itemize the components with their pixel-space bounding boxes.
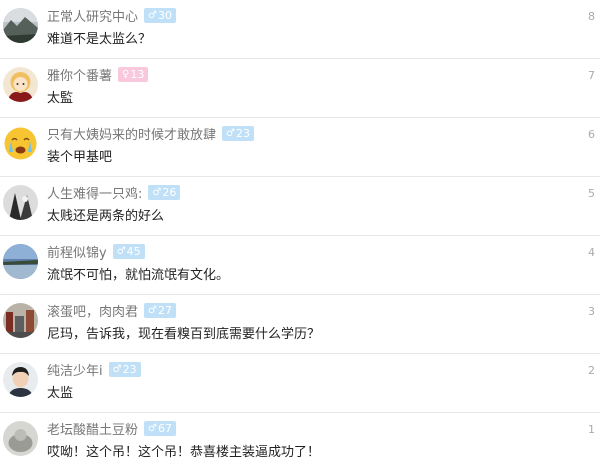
comment-text: 装个甲基吧: [47, 150, 113, 165]
username[interactable]: 雅你个番薯: [47, 65, 112, 84]
floor-number: 4: [588, 246, 595, 259]
avatar[interactable]: [3, 244, 38, 279]
username[interactable]: 纯洁少年i: [47, 360, 103, 379]
gender-level-badge: ♂ 67: [144, 420, 176, 436]
comment-text: 流氓不可怕，就怕流氓有文化。: [47, 268, 230, 283]
comment-row: 前程似锦y ♂ 45 流氓不可怕，就怕流氓有文化。 4: [0, 236, 600, 295]
avatar[interactable]: [3, 67, 38, 102]
comment-text: 太監: [47, 91, 74, 106]
avatar[interactable]: [3, 185, 38, 220]
floor-number: 6: [588, 128, 595, 141]
level-number: 67: [157, 421, 172, 435]
gender-level-badge: ♂ 23: [108, 361, 141, 377]
level-number: 13: [130, 67, 145, 81]
male-icon: ♂: [116, 245, 126, 257]
username[interactable]: 前程似锦y: [47, 242, 107, 261]
floor-number: 3: [588, 305, 595, 318]
crying-emoji-avatar-icon: [3, 126, 38, 161]
gender-level-badge: ♂ 30: [144, 7, 176, 23]
level-number: 30: [157, 8, 172, 22]
lake-scenery-avatar-icon: [3, 244, 38, 279]
gender-level-badge: ♂ 23: [222, 125, 254, 141]
anime-character-avatar-icon: [3, 67, 38, 102]
city-photo-avatar-icon: [3, 303, 38, 338]
comment-row: 雅你个番薯 ♀ 13 太監 7: [0, 59, 600, 118]
female-icon: ♀: [122, 68, 130, 80]
level-number: 26: [162, 185, 177, 199]
username[interactable]: 人生难得一只鸡:: [47, 183, 142, 202]
avatar[interactable]: [3, 8, 38, 43]
dark-photo-avatar-icon: [3, 185, 38, 220]
comment-text: 太贱还是两条的好么: [47, 209, 165, 224]
username[interactable]: 老坛酸醋土豆粉: [47, 419, 138, 438]
comment-row: 纯洁少年i ♂ 23 太监 2: [0, 354, 600, 413]
floor-number: 1: [588, 423, 595, 436]
comment-text: 太监: [47, 386, 74, 401]
floor-number: 5: [588, 187, 595, 200]
avatar[interactable]: [3, 303, 38, 338]
level-number: 27: [157, 303, 172, 317]
avatar[interactable]: [3, 421, 38, 456]
level-number: 45: [126, 244, 141, 258]
comment-row: 人生难得一只鸡: ♂ 26 太贱还是两条的好么 5: [0, 177, 600, 236]
comment-row: 只有大姨妈来的时候才敢放肆 ♂ 23 装个甲基吧 6: [0, 118, 600, 177]
male-icon: ♂: [112, 363, 122, 375]
comment-text: 难道不是太监么？: [47, 32, 152, 47]
avatar[interactable]: [3, 362, 38, 397]
username[interactable]: 滚蛋吧，肉肉君: [47, 301, 138, 320]
gender-level-badge: ♂ 27: [144, 302, 176, 318]
comment-text: 尼玛，告诉我，现在看糗百到底需要什么学历？: [47, 327, 321, 342]
level-number: 23: [122, 362, 137, 376]
level-number: 23: [235, 126, 250, 140]
comment-row: 正常人研究中心 ♂ 30 难道不是太监么？ 8: [0, 0, 600, 59]
male-icon: ♂: [148, 422, 157, 434]
floor-number: 2: [588, 364, 595, 377]
male-icon: ♂: [148, 304, 157, 316]
comment-row: 滚蛋吧，肉肉君 ♂ 27 尼玛，告诉我，现在看糗百到底需要什么学历？ 3: [0, 295, 600, 354]
boy-portrait-avatar-icon: [3, 362, 38, 397]
grey-photo-avatar-icon: [3, 421, 38, 456]
gender-level-badge: ♂ 45: [112, 243, 145, 259]
comment-text: 哎呦！这个吊！这个吊！恭喜楼主装逼成功了！: [47, 445, 321, 460]
username[interactable]: 正常人研究中心: [47, 6, 138, 25]
landscape-avatar-icon: [3, 8, 38, 43]
floor-number: 7: [588, 69, 595, 82]
username[interactable]: 只有大姨妈来的时候才敢放肆: [47, 124, 216, 143]
floor-number: 8: [588, 10, 595, 23]
gender-level-badge: ♀ 13: [118, 66, 149, 82]
male-icon: ♂: [148, 9, 157, 21]
male-icon: ♂: [226, 127, 235, 139]
male-icon: ♂: [152, 186, 162, 198]
comment-list: 正常人研究中心 ♂ 30 难道不是太监么？ 8 雅你个番薯 ♀ 13 太監 7 …: [0, 0, 600, 472]
avatar[interactable]: [3, 126, 38, 161]
gender-level-badge: ♂ 26: [148, 184, 181, 200]
comment-row: 老坛酸醋土豆粉 ♂ 67 哎呦！这个吊！这个吊！恭喜楼主装逼成功了！ 1: [0, 413, 600, 472]
